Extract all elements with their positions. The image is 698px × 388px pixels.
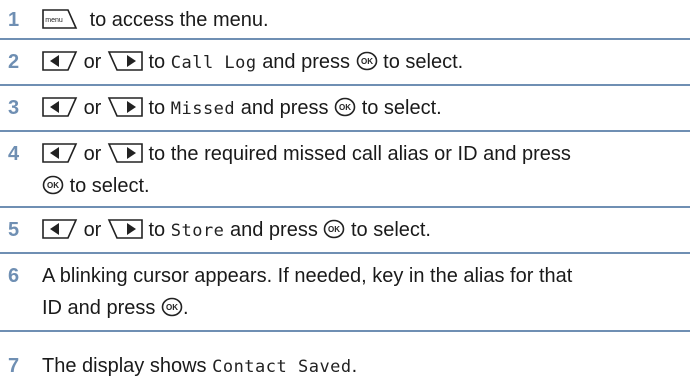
divider [0, 252, 690, 254]
step-number: 2 [8, 51, 20, 73]
left-arrow-key-icon [42, 51, 78, 71]
svg-text:OK: OK [328, 225, 340, 234]
ok-key-icon: OK [42, 175, 64, 195]
step-text: or to Call Log and press OK to select. [42, 48, 463, 77]
step-number: 1 [8, 9, 20, 31]
menu-label: Missed [170, 99, 236, 119]
right-arrow-key-icon [107, 143, 143, 163]
ok-key-icon: OK [356, 51, 377, 71]
divider [0, 130, 690, 132]
svg-text:menu: menu [45, 17, 63, 24]
ok-key-icon: OK [161, 297, 183, 317]
divider [0, 206, 690, 208]
step-text: or to Store and press OK to select. [42, 216, 431, 245]
divider [0, 84, 690, 86]
left-arrow-key-icon [42, 219, 78, 239]
ok-key-icon: OK [324, 219, 345, 239]
step-number: 3 [8, 97, 20, 119]
step-text-cont: ID and press OK . [42, 297, 189, 319]
svg-text:OK: OK [166, 303, 178, 312]
step-text: The display shows Contact Saved. [42, 355, 358, 377]
left-arrow-key-icon [42, 143, 78, 163]
step-text: menu to access the menu. [42, 6, 269, 34]
menu-label: Store [170, 221, 225, 241]
divider [0, 38, 690, 40]
step-text: or to the required missed call alias or … [42, 140, 571, 168]
step-number: 7 [8, 355, 20, 377]
step-number: 4 [8, 143, 20, 165]
step-1-text: to access the menu. [89, 9, 269, 31]
step-number: 5 [8, 219, 20, 241]
ok-key-icon: OK [334, 97, 356, 117]
svg-text:OK: OK [47, 181, 59, 190]
menu-label: Call Log [170, 53, 257, 73]
svg-text:OK: OK [361, 57, 373, 66]
divider [0, 330, 690, 332]
svg-text:OK: OK [339, 103, 351, 112]
display-message: Contact Saved [212, 357, 352, 377]
right-arrow-key-icon [107, 219, 143, 239]
right-arrow-key-icon [107, 97, 143, 117]
left-arrow-key-icon [42, 97, 78, 117]
right-arrow-key-icon [107, 51, 143, 71]
step-text: A blinking cursor appears. If needed, ke… [42, 265, 573, 287]
menu-key-icon: menu [42, 9, 78, 29]
step-number: 6 [8, 265, 20, 287]
step-text-cont: OK to select. [42, 172, 150, 200]
step-text: or to Missed and press OK to select. [42, 94, 442, 123]
